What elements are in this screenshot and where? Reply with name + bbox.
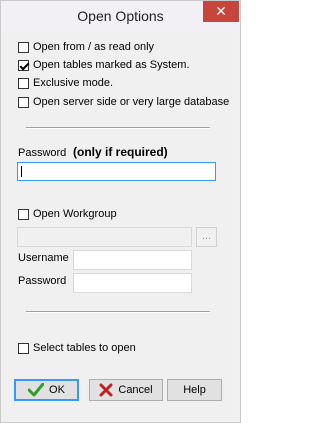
username-label: Username: [18, 252, 69, 264]
cancel-label: Cancel: [118, 384, 153, 396]
separator: [26, 311, 210, 313]
read-only-label: Open from / as read only: [33, 41, 155, 53]
system-tables-label: Open tables marked as System.: [33, 59, 190, 71]
ok-label: OK: [49, 384, 65, 396]
cross-icon: [99, 383, 113, 397]
exclusive-mode-label: Exclusive mode.: [33, 77, 114, 89]
cancel-button[interactable]: Cancel: [89, 379, 163, 401]
help-label: Help: [183, 384, 206, 396]
text-cursor: [21, 166, 22, 177]
exclusive-mode-checkbox[interactable]: [18, 77, 29, 89]
password-hint: (only if required): [73, 145, 168, 159]
open-options-dialog: Open Options ✕ Open from / as read only …: [0, 0, 241, 423]
option-server-side[interactable]: Open server side or very large database: [18, 94, 229, 110]
server-side-label: Open server side or very large database: [33, 96, 230, 108]
system-tables-checkbox[interactable]: [18, 59, 29, 71]
close-button[interactable]: ✕: [203, 1, 239, 22]
workgroup-password-input[interactable]: [73, 273, 192, 293]
workgroup-password-label: Password: [18, 275, 67, 287]
checkmark-icon: [28, 383, 45, 397]
open-workgroup-label: Open Workgroup: [33, 208, 117, 220]
close-icon: ✕: [215, 3, 227, 19]
ok-button[interactable]: OK: [14, 379, 79, 401]
option-system-tables[interactable]: Open tables marked as System.: [18, 57, 190, 73]
title-bar: Open Options ✕: [1, 1, 240, 31]
server-side-checkbox[interactable]: [18, 96, 29, 108]
option-open-workgroup[interactable]: Open Workgroup: [18, 206, 117, 222]
password-input[interactable]: [17, 162, 216, 181]
dialog-body: Open from / as read only Open tables mar…: [2, 31, 239, 421]
workgroup-browse-button[interactable]: ...: [196, 227, 217, 247]
username-input[interactable]: [73, 250, 192, 270]
password-label: Password: [18, 147, 67, 159]
option-exclusive-mode[interactable]: Exclusive mode.: [18, 75, 113, 91]
separator: [26, 127, 210, 129]
option-read-only[interactable]: Open from / as read only: [18, 39, 154, 55]
select-tables-label: Select tables to open: [33, 342, 136, 354]
help-button[interactable]: Help: [167, 379, 222, 401]
workgroup-path-input[interactable]: [17, 227, 192, 247]
option-select-tables[interactable]: Select tables to open: [18, 340, 136, 356]
read-only-checkbox[interactable]: [18, 41, 29, 53]
select-tables-checkbox[interactable]: [18, 342, 29, 354]
open-workgroup-checkbox[interactable]: [18, 208, 29, 220]
browse-ellipsis: ...: [201, 230, 212, 242]
